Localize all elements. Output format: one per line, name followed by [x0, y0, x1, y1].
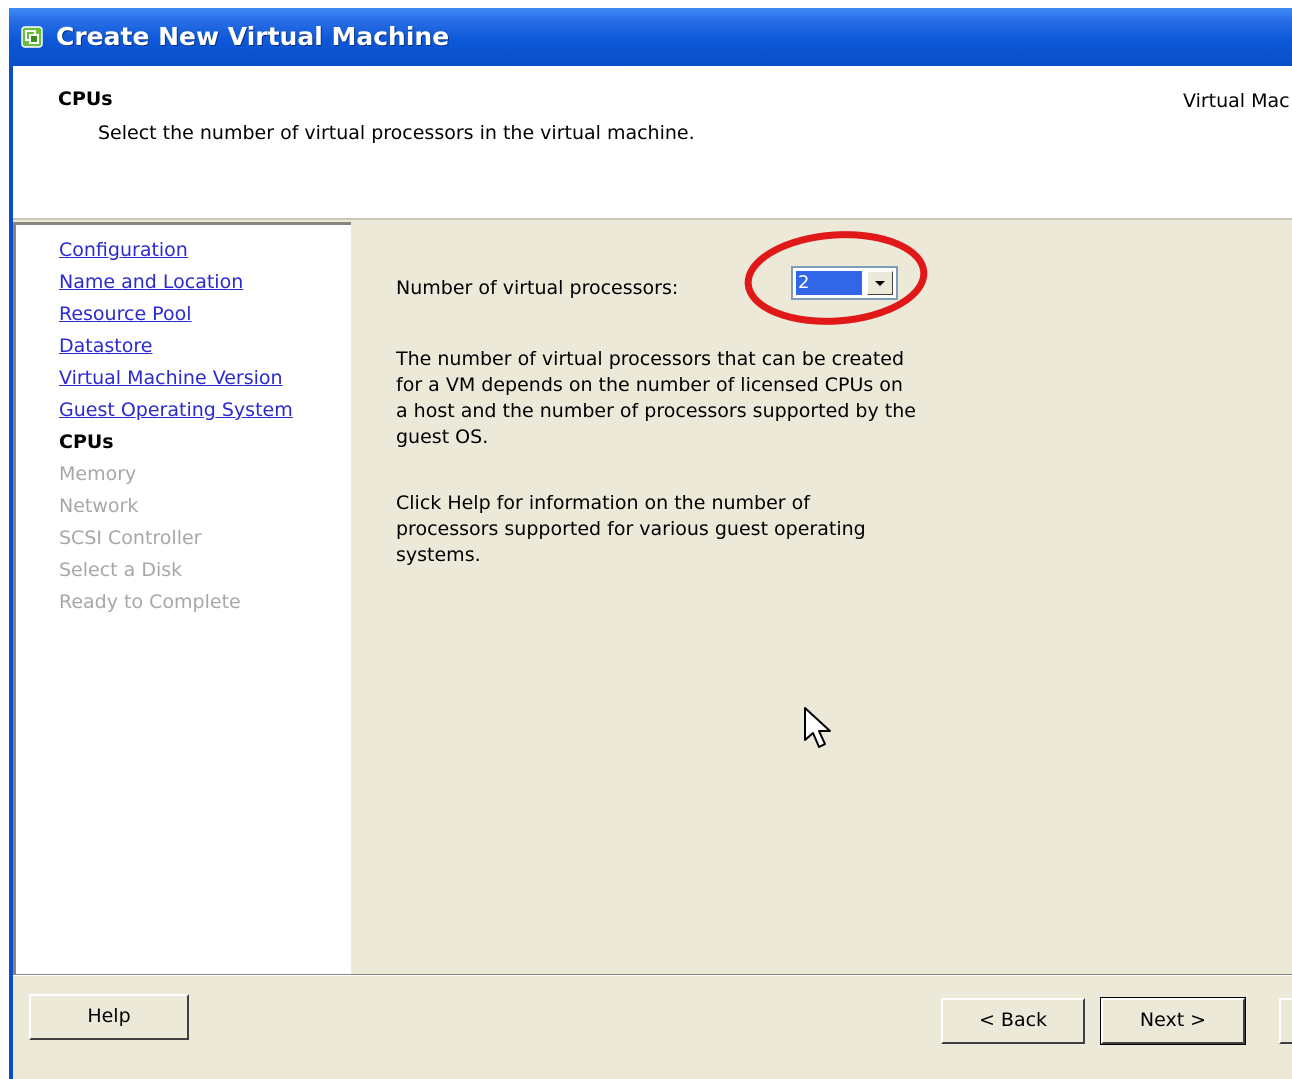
cpu-info-paragraph: The number of virtual processors that ca…: [396, 348, 916, 448]
nav-step-guest-os[interactable]: Guest Operating System: [59, 399, 293, 421]
window-title: Create New Virtual Machine: [56, 22, 450, 51]
nav-step-resource-pool[interactable]: Resource Pool: [59, 303, 191, 325]
header-right-label: Virtual Mac: [1183, 90, 1290, 112]
nav-step-ready-to-complete: Ready to Complete: [59, 591, 241, 613]
step-title: CPUs: [58, 88, 113, 110]
processors-label: Number of virtual processors:: [396, 277, 679, 299]
nav-step-name-and-location[interactable]: Name and Location: [59, 271, 243, 293]
footer-divider: [13, 974, 1292, 977]
next-button[interactable]: Next >: [1100, 997, 1246, 1045]
title-bar: Create New Virtual Machine: [9, 8, 1292, 66]
nav-step-select-disk: Select a Disk: [59, 559, 183, 581]
chevron-down-icon: [875, 281, 885, 286]
vm-app-icon: [21, 26, 43, 48]
nav-step-datastore[interactable]: Datastore: [59, 335, 152, 357]
back-button[interactable]: < Back: [941, 998, 1085, 1044]
dropdown-button[interactable]: [867, 271, 893, 295]
processors-dropdown-value[interactable]: 2: [796, 271, 862, 295]
nav-step-scsi-controller: SCSI Controller: [59, 527, 202, 549]
cancel-button-partial[interactable]: [1279, 998, 1292, 1044]
nav-step-memory: Memory: [59, 463, 137, 485]
nav-step-cpus-current: CPUs: [59, 431, 114, 453]
wizard-step-nav: Configuration Name and Location Resource…: [13, 222, 351, 974]
main-panel: Number of virtual processors: 2 The numb…: [351, 222, 1292, 974]
nav-step-vm-version[interactable]: Virtual Machine Version: [59, 367, 283, 389]
nav-step-network: Network: [59, 495, 139, 517]
step-description: Select the number of virtual processors …: [98, 122, 695, 144]
processors-dropdown[interactable]: 2: [791, 266, 898, 300]
mouse-cursor-icon: [804, 707, 831, 748]
wizard-window: Create New Virtual Machine CPUs Select t…: [9, 8, 1292, 1079]
help-info-paragraph: Click Help for information on the number…: [396, 492, 866, 566]
wizard-header: CPUs Select the number of virtual proces…: [13, 66, 1292, 220]
help-button[interactable]: Help: [29, 994, 189, 1040]
nav-step-configuration[interactable]: Configuration: [59, 239, 188, 261]
